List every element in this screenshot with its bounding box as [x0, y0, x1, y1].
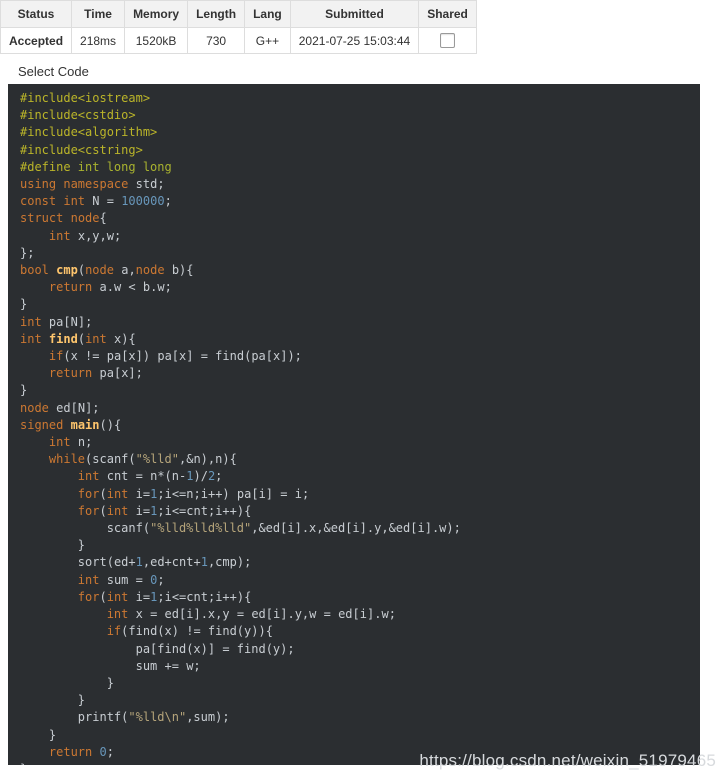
column-header-shared: Shared [418, 0, 477, 28]
source-code-text[interactable]: #include<iostream> #include<cstdio> #inc… [20, 90, 700, 765]
column-header-lang: Lang [244, 0, 291, 28]
table-header-row: Status Time Memory Length Lang Submitted… [0, 0, 477, 28]
submitted-timestamp: 2021-07-25 15:03:44 [289, 26, 420, 55]
shared-checkbox[interactable] [440, 33, 456, 49]
memory-value: 1520kB [124, 26, 189, 55]
source-code-block[interactable]: #include<iostream> #include<cstdio> #inc… [8, 84, 700, 765]
status-badge: Accepted [0, 26, 73, 55]
column-header-memory: Memory [124, 0, 189, 28]
column-header-status: Status [0, 0, 73, 28]
shared-cell [418, 26, 477, 55]
length-value: 730 [187, 26, 246, 55]
watermark-url: https://blog.csdn.net/weixin_51979465 [419, 751, 716, 770]
column-header-submitted: Submitted [289, 0, 420, 28]
submission-result-table: Status Time Memory Length Lang Submitted… [0, 0, 477, 55]
select-code-label: Select Code [18, 64, 89, 80]
column-header-time: Time [71, 0, 126, 28]
lang-value: G++ [244, 26, 291, 55]
column-header-length: Length [187, 0, 246, 28]
time-value: 218ms [71, 26, 126, 55]
table-row: Accepted 218ms 1520kB 730 G++ 2021-07-25… [0, 26, 477, 55]
